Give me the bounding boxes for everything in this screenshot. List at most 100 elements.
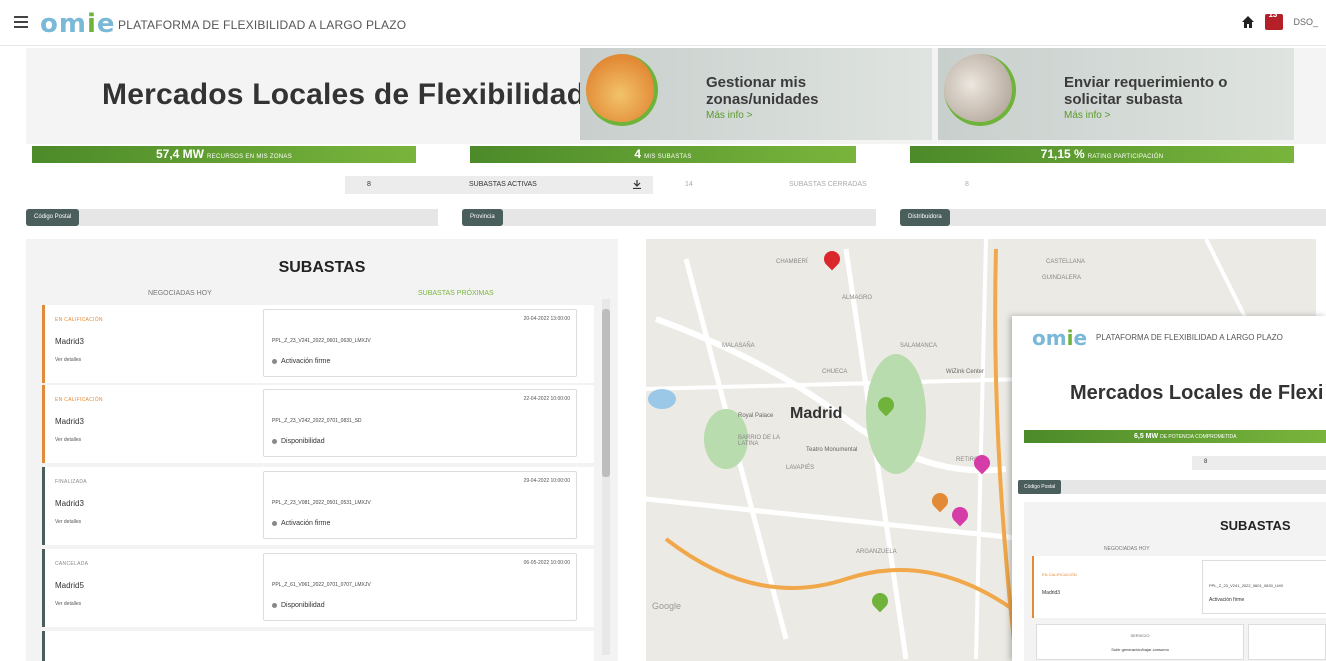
auction-status: EN CALIFICACIÓN [1042, 572, 1077, 577]
send-request-card[interactable]: Enviar requerimiento o solicitar subasta… [938, 48, 1294, 140]
auctions-panel: SUBASTAS NEGOCIADAS HOY SUBASTAS PRÓXIMA… [26, 239, 618, 661]
tab-active-auctions[interactable]: 8 SUBASTAS ACTIVAS [345, 176, 653, 194]
province-filter[interactable]: Provincia [462, 209, 876, 226]
auction-zone: Madrid3 [55, 337, 84, 346]
tab-count: 14 [685, 181, 693, 188]
tab-extra-count: 8 [965, 181, 969, 188]
stat-value: 71,15 % [1040, 147, 1085, 161]
panel-title: SUBASTAS [278, 259, 366, 276]
map-district-label: ALMAGRO [842, 295, 873, 301]
top-bar: omie PLATAFORMA DE FLEXIBILIDAD A LARGO … [0, 0, 1326, 46]
panel-title: SUBASTAS [1220, 518, 1291, 533]
card-title-line2: solicitar subasta [1064, 91, 1183, 108]
auction-type: Disponibilidad [272, 438, 325, 445]
platform-title: PLATAFORMA DE FLEXIBILIDAD A LARGO PLAZO [118, 18, 407, 32]
card-title: Gestionar mis zonas/unidades [706, 74, 819, 108]
filter-label: Distribuidora [900, 209, 950, 226]
tab-label: SUBASTAS CERRADAS [789, 181, 867, 188]
user-name[interactable]: DSO_ [1293, 17, 1318, 27]
auction-code: PPL_Z_23_V242_2022_0701_0831_SD [272, 418, 362, 424]
auctions-panel: SUBASTAS NEGOCIADAS HOY EN CALIFICACIÓN … [1024, 502, 1326, 661]
distributor-filter[interactable]: Distribuidora [900, 209, 1326, 226]
download-icon[interactable] [633, 180, 641, 189]
embedded-screenshot: omie PLATAFORMA DE FLEXIBILIDAD A LARGO … [1012, 316, 1326, 661]
stat-label: MIS SUBASTAS [644, 154, 692, 160]
scrollbar-thumb[interactable] [602, 309, 610, 477]
auction-info-box: 22-04-2022 10:00:00 PPL_Z_23_V242_2022_0… [263, 389, 577, 457]
platform-title: PLATAFORMA DE FLEXIBILIDAD A LARGO PLAZO [1096, 333, 1283, 342]
auction-row[interactable]: CANCELADA Madrid5 Ver detalles 06-05-202… [42, 549, 594, 627]
auction-info-box: PPL_Z_23_V241_2022_0601_0630_LMX Activac… [1202, 560, 1326, 614]
stat-committed-power: 6,5 MW DE POTENCIA COMPROMETIDA [1024, 430, 1326, 443]
auction-info-box: 20-04-2022 13:00:00 PPL_Z_23_V241_2022_0… [263, 309, 577, 377]
auction-type: Activación firme [272, 520, 330, 527]
auction-zone: Madrid3 [55, 499, 84, 508]
card-title-line2: zonas/unidades [706, 91, 819, 108]
more-info-link[interactable]: Más info > [1064, 110, 1110, 121]
service-label: SERVICIO [1130, 633, 1150, 638]
service-box: SERVICIO Subir generación/bajar consumo [1036, 624, 1244, 660]
map-district-label: GUINDALERA [1042, 275, 1082, 281]
stat-auctions: 4 MIS SUBASTAS [470, 146, 856, 163]
tab-count: 8 [367, 181, 371, 188]
omie-logo: omie [1032, 326, 1088, 350]
stat-label: DE POTENCIA COMPROMETIDA [1160, 434, 1237, 440]
auction-type: Activación firme [1209, 597, 1245, 603]
tab-closed-auctions[interactable]: 14 SUBASTAS CERRADAS 8 [653, 176, 983, 194]
auction-row: EN CALIFICACIÓN Madrid3 PPL_Z_23_V241_20… [1032, 556, 1326, 618]
auction-code: PPL_Z_61_V061_2022_0701_0707_LMXJV [272, 582, 371, 588]
manage-zones-card[interactable]: Gestionar mis zonas/unidades Más info > [580, 48, 932, 140]
menu-icon[interactable] [14, 16, 28, 28]
google-attribution: Google [652, 601, 682, 611]
auction-code: PPL_Z_23_V241_2022_0601_0630_LMX [1209, 583, 1284, 588]
tab-negotiated-today[interactable]: NEGOCIADAS HOY [148, 290, 212, 297]
service-box-2 [1248, 624, 1326, 660]
map-district-label: ARGANZUELA [856, 549, 897, 555]
postal-code-filter[interactable]: Código Postal [26, 209, 438, 226]
map-district-label: CASTELLANA [1046, 259, 1086, 265]
auction-row[interactable]: EN CALIFICACIÓN Madrid3 Ver detalles 20-… [42, 305, 594, 383]
stat-value: 6,5 MW [1134, 433, 1159, 440]
tab-active-auctions: 8 [1192, 456, 1326, 470]
auction-date: 29-04-2022 10:00:00 [523, 478, 570, 484]
map-place-label: WiZink Center [946, 369, 985, 375]
auction-date: 22-04-2022 10:00:00 [523, 396, 570, 402]
power-tower-image [586, 54, 658, 126]
view-details-link[interactable]: Ver detalles [55, 519, 81, 525]
stat-label: RECURSOS EN MIS ZONAS [207, 154, 293, 160]
auction-type: Activación firme [272, 358, 330, 365]
auction-info-box: 29-04-2022 10:00:00 PPL_Z_23_V081_2022_0… [263, 471, 577, 539]
stat-label: RATING PARTICIPACIÓN [1087, 154, 1164, 160]
auction-row[interactable]: EN CALIFICACIÓN Madrid3 Ver detalles 22-… [42, 385, 594, 463]
tab-upcoming-auctions[interactable]: SUBASTAS PRÓXIMAS [418, 290, 494, 297]
view-details-link[interactable]: Ver detalles [55, 357, 81, 363]
auction-zone: Madrid5 [55, 581, 84, 590]
page-title: Mercados Locales de Flexi [1070, 382, 1324, 404]
filter-label: Código Postal [1018, 480, 1062, 494]
hero-banner: Mercados Locales de Flexibilidad Gestion… [26, 48, 1326, 144]
stat-rating: 71,15 % RATING PARTICIPACIÓN [910, 146, 1294, 163]
map-district-label: BARRIO DE LA LATINA [738, 435, 780, 447]
notification-count: 13 [1268, 10, 1278, 19]
tab-negotiated-today: NEGOCIADAS HOY [1104, 546, 1150, 552]
omie-logo[interactable]: omie [40, 9, 116, 39]
notifications-icon[interactable]: 13 [1265, 10, 1284, 30]
service-value: Subir generación/bajar consumo [1111, 647, 1169, 652]
auction-zone: Madrid3 [55, 417, 84, 426]
top-right-controls: 13 DSO_ [1241, 10, 1318, 30]
map-city-label: Madrid [790, 405, 843, 422]
more-info-link[interactable]: Más info > [706, 110, 752, 121]
auction-row[interactable] [42, 631, 594, 661]
view-details-link[interactable]: Ver detalles [55, 437, 81, 443]
auction-row[interactable]: FINALIZADA Madrid3 Ver detalles 29-04-20… [42, 467, 594, 545]
view-details-link[interactable]: Ver detalles [55, 601, 81, 607]
map-district-label: SALAMANCA [900, 343, 938, 349]
map-place-label: Teatro Monumental [806, 447, 858, 453]
tab-count: 8 [1204, 459, 1208, 465]
card-title: Enviar requerimiento o solicitar subasta [1064, 74, 1227, 108]
card-title-line1: Enviar requerimiento o [1064, 74, 1228, 91]
map-district-label: CHAMBERÍ [776, 259, 808, 265]
auction-info-box: 06-05-2022 10:00:00 PPL_Z_61_V061_2022_0… [263, 553, 577, 621]
request-image [944, 54, 1016, 126]
home-icon[interactable] [1241, 15, 1255, 29]
